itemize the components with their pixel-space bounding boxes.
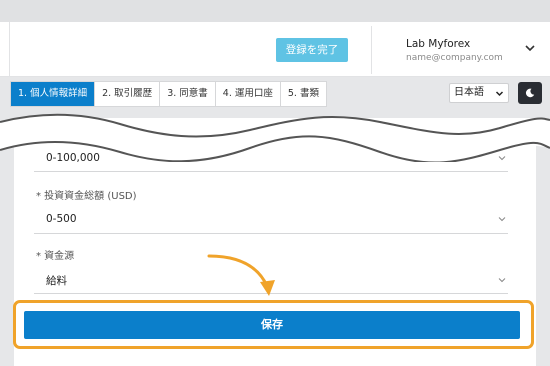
tab-documents[interactable]: 5. 書類 (281, 82, 326, 106)
tab-agreements[interactable]: 3. 同意書 (160, 82, 216, 106)
curved-arrow-icon (207, 254, 275, 296)
header-divider (9, 22, 10, 76)
chevron-down-icon (495, 91, 504, 97)
step-tabs: 1. 個人情報詳細 2. 取引履歴 3. 同意書 4. 運用口座 5. 書類 (10, 81, 327, 107)
chevron-down-icon (498, 217, 506, 222)
save-button[interactable]: 保存 (24, 311, 520, 339)
source-of-funds-label: * 資金源 (36, 251, 75, 262)
user-email: name@company.com (406, 53, 503, 63)
previous-field-value[interactable]: 0-100,000 (46, 152, 100, 164)
moon-icon (525, 88, 535, 98)
language-select[interactable]: 日本語 (449, 83, 509, 103)
language-select-value: 日本語 (454, 87, 484, 98)
dark-mode-toggle[interactable] (518, 82, 542, 104)
tab-trading-history[interactable]: 2. 取引履歴 (95, 82, 161, 106)
top-header: 登録を完了 Lab Myforex name@company.com (0, 22, 550, 77)
browser-top-strip (0, 0, 550, 23)
tab-trading-accounts[interactable]: 4. 運用口座 (216, 82, 281, 106)
investment-amount-label: * 投資資金総額 (USD) (36, 191, 137, 202)
tab-personal-details[interactable]: 1. 個人情報詳細 (11, 82, 96, 106)
complete-registration-button[interactable]: 登録を完了 (276, 38, 348, 62)
user-name[interactable]: Lab Myforex (406, 38, 470, 50)
field-underline (34, 233, 508, 234)
source-of-funds-select[interactable]: 給料 (46, 273, 67, 288)
chevron-down-icon (498, 278, 506, 283)
chevron-down-icon[interactable] (524, 42, 536, 54)
app-frame: 登録を完了 Lab Myforex name@company.com 1. 個人… (0, 0, 550, 366)
chevron-down-icon (498, 156, 506, 161)
header-separator (371, 26, 372, 74)
field-underline (34, 171, 508, 172)
investment-amount-select[interactable]: 0-500 (46, 213, 77, 225)
